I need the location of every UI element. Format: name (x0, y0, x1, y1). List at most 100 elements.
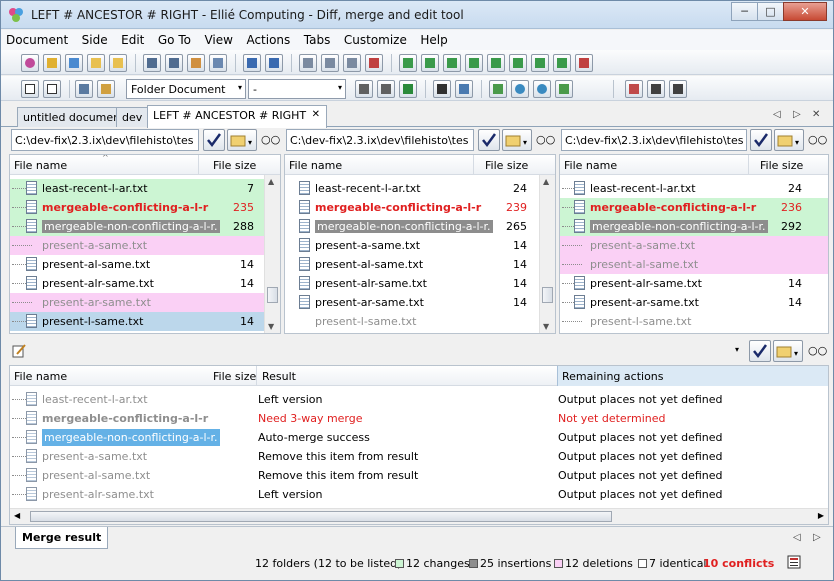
list-item[interactable]: least-recent-l-ar.txt 7 (10, 179, 280, 198)
list-item[interactable]: present-ar-same.txt 14 (285, 293, 555, 312)
result-glasses-icon[interactable]: ○○ (808, 344, 827, 357)
sync-icon[interactable] (555, 80, 573, 98)
new-document-icon[interactable] (21, 54, 39, 72)
filter-select[interactable]: - ▾ (248, 79, 346, 99)
merge-options-icon[interactable] (553, 54, 571, 72)
list-item[interactable]: mergeable-non-conflicting-a-l-r. 288 (10, 217, 280, 236)
col-file-size[interactable]: File size (485, 159, 528, 172)
menu-goto[interactable]: Go To (153, 30, 196, 47)
right-apply-check-icon[interactable] (750, 129, 772, 151)
list-item[interactable]: present-alr-same.txt 14 (560, 274, 828, 293)
list-item[interactable]: least-recent-l-ar.txt 24 (285, 179, 555, 198)
merge-left-icon[interactable] (399, 54, 417, 72)
tab-dev[interactable]: dev (116, 107, 149, 127)
table-row[interactable]: present-al-same.txt Remove this item fro… (10, 466, 828, 485)
left-vertical-scrollbar[interactable]: ▲ ▼ (264, 175, 280, 333)
col-remaining-actions[interactable]: Remaining actions (562, 370, 664, 383)
ancestor-glasses-icon[interactable]: ○○ (536, 133, 555, 146)
vertical-layout-icon[interactable] (43, 80, 61, 98)
globe-check-icon[interactable] (533, 80, 551, 98)
two-way-icon[interactable] (75, 80, 93, 98)
edit-pencil-icon[interactable] (11, 343, 27, 362)
document-type-select[interactable]: Folder Document ▾ (126, 79, 246, 99)
save-icon[interactable] (143, 54, 161, 72)
ancestor-path-input[interactable]: C:\dev-fix\2.3.ix\dev\filehisto\tes (286, 129, 474, 151)
merge-tree-icon[interactable] (531, 54, 549, 72)
close-tab-icon[interactable]: ✕ (312, 109, 320, 120)
copy-right-icon[interactable] (321, 54, 339, 72)
col-file-name[interactable]: File name (289, 159, 342, 172)
list-item[interactable]: present-al-same.txt 14 (10, 255, 280, 274)
edit-mode-icon[interactable] (97, 80, 115, 98)
open-folder-icon[interactable] (87, 54, 105, 72)
tab-scroll-right-icon[interactable]: ▷ (793, 109, 801, 120)
menu-actions[interactable]: Actions (241, 30, 295, 47)
left-open-folder-icon[interactable]: ▾ (227, 129, 257, 151)
right-open-folder-icon[interactable]: ▾ (774, 129, 804, 151)
open-file-icon[interactable] (109, 54, 127, 72)
result-apply-check-icon[interactable] (749, 340, 771, 362)
merge-result-icon[interactable] (509, 54, 527, 72)
list-item[interactable]: present-a-same.txt (10, 236, 280, 255)
menu-customize[interactable]: Customize (339, 30, 412, 47)
report-icon[interactable] (787, 555, 801, 572)
reload-icon[interactable] (65, 54, 83, 72)
list-item[interactable]: present-a-same.txt 14 (285, 236, 555, 255)
merge-right-icon[interactable] (443, 54, 461, 72)
right-path-input[interactable]: C:\dev-fix\2.3.ix\dev\filehisto\tes (561, 129, 747, 151)
settings-icon[interactable] (377, 80, 395, 98)
bottom-tab-scroll-left-icon[interactable]: ◁ (793, 532, 801, 543)
right-glasses-icon[interactable]: ○○ (808, 133, 827, 146)
delete-item-icon[interactable] (365, 54, 383, 72)
left-path-input[interactable]: C:\dev-fix\2.3.ix\dev\filehisto\tes (11, 129, 199, 151)
play-icon[interactable] (433, 80, 451, 98)
funnel-clear-icon[interactable] (669, 80, 687, 98)
maximize-button[interactable]: □ (757, 2, 784, 21)
menu-view[interactable]: View (199, 30, 237, 47)
list-item[interactable]: present-alr-same.txt 14 (285, 274, 555, 293)
previous-diff-icon[interactable] (243, 54, 261, 72)
list-item[interactable]: mergeable-conflicting-a-l-r 235 (10, 198, 280, 217)
menu-side[interactable]: Side (77, 30, 113, 47)
list-item[interactable]: present-l-same.txt (560, 312, 828, 331)
list-item[interactable]: present-al-same.txt 14 (285, 255, 555, 274)
next-diff-icon[interactable] (265, 54, 283, 72)
list-item[interactable]: mergeable-conflicting-a-l-r 239 (285, 198, 555, 217)
export-icon[interactable] (209, 54, 227, 72)
result-horizontal-scrollbar[interactable]: ◀ ▶ (10, 508, 828, 524)
play-folder-icon[interactable] (455, 80, 473, 98)
horizontal-layout-icon[interactable] (21, 80, 39, 98)
list-item[interactable]: present-alr-same.txt 14 (10, 274, 280, 293)
list-item[interactable]: least-recent-l-ar.txt 24 (560, 179, 828, 198)
list-item[interactable]: mergeable-non-conflicting-a-l-r. 292 (560, 217, 828, 236)
tab-scroll-left-icon[interactable]: ◁ (773, 109, 781, 120)
table-row[interactable]: least-recent-l-ar.txt Left version Outpu… (10, 390, 828, 409)
table-row[interactable]: mergeable-conflicting-a-l-r Need 3-way m… (10, 409, 828, 428)
wizard-icon[interactable] (43, 54, 61, 72)
bottom-tab-scroll-right-icon[interactable]: ▷ (813, 532, 821, 543)
tab-merge-result[interactable]: Merge result (15, 527, 109, 549)
col-file-size[interactable]: File size (213, 159, 256, 172)
ancestor-vertical-scrollbar[interactable]: ▲ ▼ (539, 175, 555, 333)
save-as-icon[interactable] (187, 54, 205, 72)
save-all-icon[interactable] (165, 54, 183, 72)
ancestor-open-folder-icon[interactable]: ▾ (502, 129, 532, 151)
list-item[interactable]: mergeable-non-conflicting-a-l-r. 265 (285, 217, 555, 236)
copy-left-icon[interactable] (299, 54, 317, 72)
menu-tabs[interactable]: Tabs (299, 30, 336, 47)
col-result[interactable]: Result (262, 370, 296, 383)
camera-icon[interactable] (355, 80, 373, 98)
list-item[interactable]: present-ar-same.txt (10, 293, 280, 312)
tab-untitled-document[interactable]: untitled document (17, 107, 131, 127)
dollar-icon[interactable] (399, 80, 417, 98)
menu-document[interactable]: Document (1, 30, 73, 47)
table-row[interactable]: present-alr-same.txt Left version Output… (10, 485, 828, 504)
globe-icon[interactable] (511, 80, 529, 98)
list-item[interactable]: present-l-same.txt 14 (10, 312, 280, 331)
list-item[interactable]: present-a-same.txt (560, 236, 828, 255)
menu-edit[interactable]: Edit (116, 30, 149, 47)
merge-all-icon[interactable] (465, 54, 483, 72)
swap-icon[interactable] (625, 80, 643, 98)
col-file-size[interactable]: File size (760, 159, 803, 172)
copy-ancestor-icon[interactable] (343, 54, 361, 72)
